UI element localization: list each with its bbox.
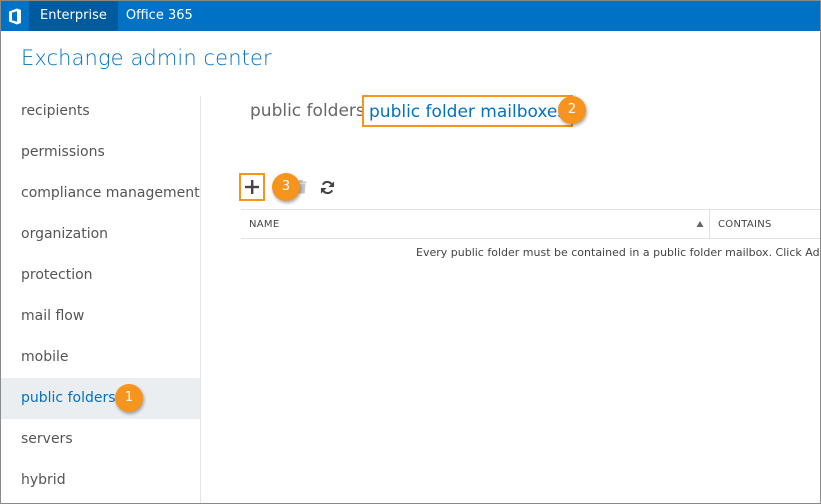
sidebar-item-servers[interactable]: servers	[1, 419, 200, 460]
tab-public-folders[interactable]: public folders	[250, 101, 365, 121]
callout-badge-3: 3	[272, 173, 300, 201]
column-header-name[interactable]: NAME	[249, 210, 279, 239]
plus-icon	[245, 180, 259, 194]
refresh-button[interactable]	[319, 179, 335, 195]
empty-table-message: Every public folder must be contained in…	[416, 246, 820, 259]
sidebar-item-compliance-management[interactable]: compliance management	[1, 173, 200, 214]
sort-ascending-icon[interactable]	[696, 220, 704, 228]
column-divider[interactable]	[709, 210, 710, 239]
office-logo-icon[interactable]	[1, 1, 29, 31]
table-header: NAME CONTAINS	[241, 209, 820, 239]
sidebar-item-permissions[interactable]: permissions	[1, 132, 200, 173]
top-bar: Enterprise Office 365	[1, 1, 820, 31]
callout-badge-1: 1	[115, 384, 143, 412]
add-button[interactable]	[239, 173, 265, 201]
sidebar-item-recipients[interactable]: recipients	[1, 91, 200, 132]
app-title: Exchange admin center	[21, 46, 272, 70]
topbar-tab-enterprise[interactable]: Enterprise	[29, 1, 118, 31]
sidebar-item-protection[interactable]: protection	[1, 255, 200, 296]
sidebar-item-mail-flow[interactable]: mail flow	[1, 296, 200, 337]
app-window: Enterprise Office 365 Exchange admin cen…	[0, 0, 821, 504]
sidebar-nav: recipients permissions compliance manage…	[1, 91, 200, 501]
sidebar-item-mobile[interactable]: mobile	[1, 337, 200, 378]
sidebar-item-public-folders[interactable]: public folders	[1, 378, 200, 419]
tab-public-folder-mailboxes[interactable]: public folder mailboxes	[362, 95, 574, 127]
callout-badge-2: 2	[558, 96, 586, 124]
sidebar-item-label: public folders	[21, 390, 116, 406]
refresh-icon	[320, 180, 334, 194]
column-header-contains[interactable]: CONTAINS	[718, 210, 772, 239]
sidebar-divider	[200, 96, 201, 503]
sidebar-item-hybrid[interactable]: hybrid	[1, 460, 200, 501]
sidebar-item-organization[interactable]: organization	[1, 214, 200, 255]
topbar-tab-office365[interactable]: Office 365	[118, 1, 201, 31]
